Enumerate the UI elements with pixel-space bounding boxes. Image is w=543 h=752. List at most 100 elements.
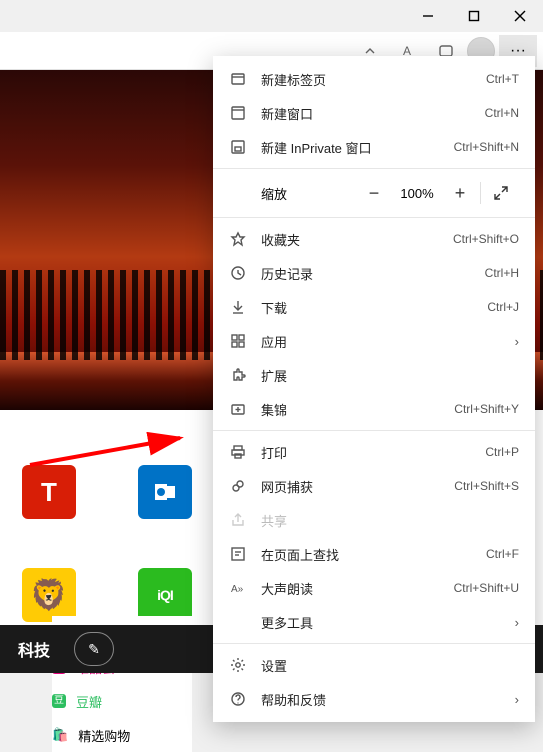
menu-downloads[interactable]: 下载 Ctrl+J	[213, 290, 535, 324]
history-icon	[229, 264, 247, 282]
zoom-out-button[interactable]: −	[356, 177, 392, 209]
chevron-right-icon: ›	[515, 692, 519, 707]
tile-outlook-icon	[138, 465, 192, 519]
apps-icon	[229, 332, 247, 350]
menu-shortcut: Ctrl+Shift+N	[454, 140, 519, 154]
tile-label: Outlook邮箱	[134, 527, 196, 544]
window-controls	[405, 0, 543, 32]
menu-new-inprivate[interactable]: 新建 InPrivate 窗口 Ctrl+Shift+N	[213, 130, 535, 164]
chevron-right-icon: ›	[515, 334, 519, 349]
menu-new-window[interactable]: 新建窗口 Ctrl+N	[213, 96, 535, 130]
share-icon	[229, 511, 247, 529]
link-douban[interactable]: 豆豆瓣	[52, 684, 192, 718]
menu-label: 历史记录	[261, 264, 485, 283]
menu-shortcut: Ctrl+T	[486, 72, 519, 86]
menu-apps[interactable]: 应用 ›	[213, 324, 535, 358]
chevron-right-icon: ›	[515, 615, 519, 630]
minimize-button[interactable]	[405, 0, 451, 32]
menu-label: 新建 InPrivate 窗口	[261, 138, 454, 157]
menu-separator	[213, 643, 535, 644]
menu-label: 新建窗口	[261, 104, 485, 123]
new-tab-icon	[229, 70, 247, 88]
tile-lion[interactable]: 🦁	[18, 568, 80, 622]
menu-shortcut: Ctrl+Shift+U	[454, 581, 519, 595]
link-label: 精选购物	[78, 726, 130, 745]
menu-label: 集锦	[261, 400, 454, 419]
help-icon	[229, 690, 247, 708]
menu-read-aloud[interactable]: A» 大声朗读 Ctrl+Shift+U	[213, 571, 535, 605]
menu-shortcut: Ctrl+Shift+O	[453, 232, 519, 246]
menu-web-capture[interactable]: 网页捕获 Ctrl+Shift+S	[213, 469, 535, 503]
menu-shortcut: Ctrl+J	[487, 300, 519, 314]
tile-label: 天猫	[18, 527, 80, 544]
category-tech[interactable]: 科技	[18, 637, 50, 661]
menu-shortcut: Ctrl+N	[485, 106, 519, 120]
tile-outlook[interactable]: Outlook邮箱	[134, 465, 196, 544]
shop-icon: 🛍️	[52, 727, 68, 743]
read-aloud-icon: A»	[229, 579, 247, 597]
menu-more-tools[interactable]: 更多工具 ›	[213, 605, 535, 639]
star-icon	[229, 230, 247, 248]
menu-separator	[213, 217, 535, 218]
menu-shortcut: Ctrl+H	[485, 266, 519, 280]
zoom-value: 100%	[392, 186, 442, 201]
menu-print[interactable]: 打印 Ctrl+P	[213, 435, 535, 469]
zoom-in-button[interactable]: +	[442, 177, 478, 209]
menu-history[interactable]: 历史记录 Ctrl+H	[213, 256, 535, 290]
inprivate-icon	[229, 138, 247, 156]
tile-tmall-icon: T	[22, 465, 76, 519]
tile-tmall[interactable]: T 天猫	[18, 465, 80, 544]
zoom-label: 缩放	[229, 184, 356, 203]
menu-label: 更多工具	[261, 613, 515, 632]
menu-label: 新建标签页	[261, 70, 486, 89]
maximize-button[interactable]	[451, 0, 497, 32]
menu-label: 打印	[261, 443, 485, 462]
menu-label: 网页捕获	[261, 477, 454, 496]
tile-iqiyi[interactable]: iQI	[134, 568, 196, 622]
menu-separator	[213, 168, 535, 169]
menu-label: 大声朗读	[261, 579, 454, 598]
menu-label: 应用	[261, 332, 515, 351]
menu-shortcut: Ctrl+F	[486, 547, 519, 561]
download-icon	[229, 298, 247, 316]
find-icon	[229, 545, 247, 563]
menu-new-tab[interactable]: 新建标签页 Ctrl+T	[213, 62, 535, 96]
edit-button[interactable]: ✎	[74, 632, 114, 666]
gear-icon	[229, 656, 247, 674]
new-window-icon	[229, 104, 247, 122]
menu-zoom: 缩放 − 100% +	[213, 173, 535, 213]
extensions-icon	[229, 366, 247, 384]
menu-find[interactable]: 在页面上查找 Ctrl+F	[213, 537, 535, 571]
menu-collections[interactable]: 集锦 Ctrl+Shift+Y	[213, 392, 535, 426]
link-label: 豆瓣	[76, 692, 102, 711]
blank-icon	[229, 613, 247, 631]
lion-icon: 🦁	[22, 568, 76, 622]
menu-shortcut: Ctrl+P	[485, 445, 519, 459]
separator	[480, 182, 481, 204]
link-shopping[interactable]: 🛍️ 精选购物	[52, 718, 192, 752]
fullscreen-button[interactable]	[483, 177, 519, 209]
menu-label: 在页面上查找	[261, 545, 486, 564]
close-button[interactable]	[497, 0, 543, 32]
menu-label: 共享	[261, 511, 519, 530]
menu-favorites[interactable]: 收藏夹 Ctrl+Shift+O	[213, 222, 535, 256]
capture-icon	[229, 477, 247, 495]
settings-menu: 新建标签页 Ctrl+T 新建窗口 Ctrl+N 新建 InPrivate 窗口…	[213, 56, 535, 722]
douban-icon: 豆	[52, 694, 66, 708]
menu-label: 收藏夹	[261, 230, 453, 249]
svg-text:A»: A»	[231, 584, 244, 595]
menu-shortcut: Ctrl+Shift+S	[454, 479, 519, 493]
menu-shortcut: Ctrl+Shift+Y	[454, 402, 519, 416]
quick-tiles: T 天猫 Outlook邮箱	[18, 465, 196, 544]
menu-separator	[213, 430, 535, 431]
menu-label: 下载	[261, 298, 487, 317]
menu-extensions[interactable]: 扩展	[213, 358, 535, 392]
menu-share: 共享	[213, 503, 535, 537]
menu-label: 设置	[261, 656, 519, 675]
iqiyi-icon: iQI	[138, 568, 192, 622]
collections-icon	[229, 400, 247, 418]
menu-label: 扩展	[261, 366, 519, 385]
menu-label: 帮助和反馈	[261, 690, 515, 709]
menu-settings[interactable]: 设置	[213, 648, 535, 682]
menu-help[interactable]: 帮助和反馈 ›	[213, 682, 535, 716]
